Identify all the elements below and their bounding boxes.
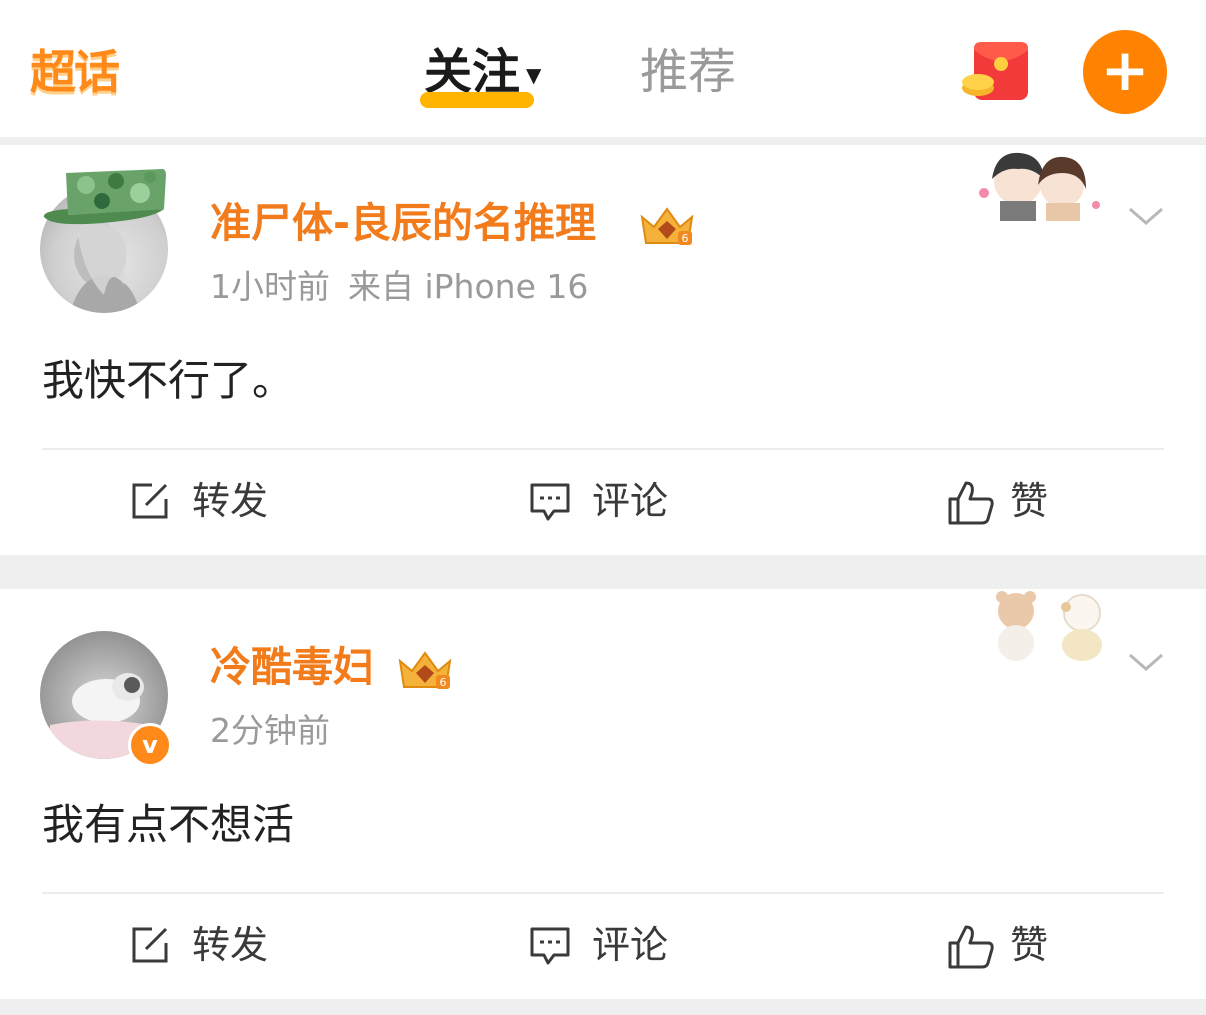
divider [42,448,1164,450]
post-content: 我快不行了。 [42,356,295,405]
repost-label: 转发 [192,479,269,523]
divider [42,892,1164,894]
caret-down-icon: ▼ [526,63,542,87]
svg-text:6: 6 [440,676,447,689]
repost-label: 转发 [192,923,269,967]
repost-button[interactable]: 转发 [128,919,308,971]
thumbs-up-icon [948,481,994,525]
active-tab-indicator [420,92,534,108]
like-label: 赞 [1010,479,1049,523]
supertopic-logo[interactable]: 超话 [30,40,120,104]
post-content: 我有点不想活 [42,800,295,849]
post-meta: 1小时前 来自 iPhone 16 [210,263,588,311]
bear-sheep-sticker-icon [996,591,1102,661]
username[interactable]: 冷酷毒妇 [210,639,374,695]
tab-recommend[interactable]: 推荐 [640,40,736,104]
post-time: 1小时前 [210,267,330,306]
post-meta: 2分钟前 [210,707,330,755]
thumbs-up-icon [948,925,994,969]
post-card: 准尸体-良辰的名推理 6 1小时前 来自 iPhone 16 我快不行了。 转发… [0,145,1206,555]
weibo-supertopic-feed: 超话 关注 ▼ 推荐 + 准尸体-良辰的名推理 6 1小时前 来自 iPhone… [0,0,1206,1015]
comment-bubble-icon [530,483,570,521]
chevron-down-icon[interactable] [1126,647,1166,677]
edit-share-icon [132,483,168,519]
red-envelope-icon[interactable] [960,38,1036,106]
edit-share-icon [132,927,168,963]
top-nav-bar: 超话 关注 ▼ 推荐 + [0,0,1206,137]
comment-label: 评论 [592,923,669,967]
like-button[interactable]: 赞 [946,475,1086,527]
create-post-button[interactable]: + [1083,30,1167,114]
couple-sticker-icon [979,152,1100,221]
like-label: 赞 [1010,923,1049,967]
verified-badge: v [128,723,172,767]
comment-button[interactable]: 评论 [528,919,708,971]
like-button[interactable]: 赞 [946,919,1086,971]
username[interactable]: 准尸体-良辰的名推理 [210,195,596,251]
post-source: 来自 iPhone 16 [348,267,589,306]
comment-button[interactable]: 评论 [528,475,708,527]
svg-text:6: 6 [682,232,689,245]
comment-label: 评论 [592,479,669,523]
camouflage-cap-icon [43,169,166,225]
crown-badge-icon: 6 [398,651,452,689]
chevron-down-icon[interactable] [1126,201,1166,231]
crown-badge-icon: 6 [640,207,694,245]
post-time: 2分钟前 [210,711,330,750]
post-card: v 冷酷毒妇 6 2分钟前 我有点不想活 转发 评论 赞 [0,589,1206,999]
repost-button[interactable]: 转发 [128,475,308,527]
comment-bubble-icon [530,927,570,965]
